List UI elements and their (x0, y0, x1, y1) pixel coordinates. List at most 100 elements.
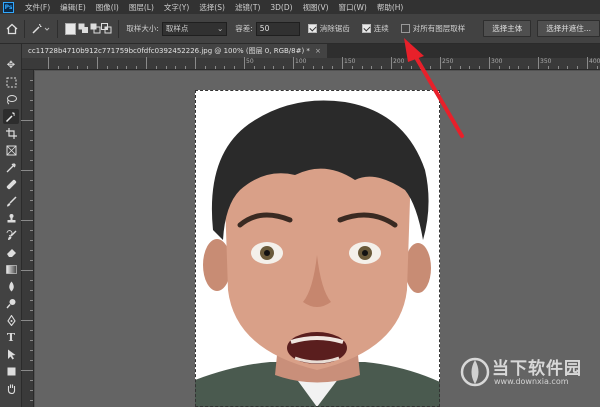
menu-3d[interactable]: 3D(D) (265, 3, 297, 12)
type-tool-icon[interactable]: T (3, 330, 19, 345)
pen-tool-icon[interactable] (3, 313, 19, 328)
ruler-minor-tick (302, 66, 304, 69)
menu-filter[interactable]: 滤镜(T) (230, 2, 265, 13)
ruler-minor-tick (547, 66, 549, 69)
select-subject-button[interactable]: 选择主体 (483, 20, 532, 37)
move-tool-icon[interactable]: ✥ (3, 58, 19, 73)
ruler-number: 200 (393, 58, 405, 65)
ruler-minor-tick (577, 66, 579, 69)
menu-edit[interactable]: 编辑(E) (55, 2, 91, 13)
menu-type[interactable]: 文字(Y) (159, 2, 194, 13)
ruler-minor-tick (312, 66, 314, 69)
eyedropper-tool-icon[interactable] (3, 160, 19, 175)
menu-select[interactable]: 选择(S) (194, 2, 230, 13)
ruler-minor-tick (214, 66, 216, 69)
new-selection-mode-button[interactable] (64, 22, 76, 35)
history-brush-tool-icon[interactable] (3, 228, 19, 243)
close-tab-icon[interactable]: × (315, 47, 321, 55)
sample-size-label: 取样大小: (126, 24, 159, 33)
ruler-number: 150 (344, 58, 356, 65)
sample-all-layers-label: 对所有图层取样 (412, 24, 466, 33)
contiguous-label: 连续 (373, 24, 389, 33)
ruler-minor-tick (459, 66, 461, 69)
hand-tool-icon[interactable] (3, 381, 19, 396)
ruler-minor-tick (361, 66, 363, 69)
blur-tool-icon[interactable] (3, 279, 19, 294)
frame-tool-icon[interactable] (3, 143, 19, 158)
ruler-minor-tick (449, 66, 451, 69)
menu-help[interactable]: 帮助(H) (372, 2, 409, 13)
ruler-tick (30, 250, 33, 251)
menu-file[interactable]: 文件(F) (20, 2, 55, 13)
shape-tool-icon[interactable] (3, 364, 19, 379)
home-icon[interactable] (5, 21, 19, 37)
lasso-tool-icon[interactable] (3, 92, 19, 107)
subtract-from-selection-icon[interactable] (89, 21, 101, 37)
ruler-tick (30, 400, 33, 401)
ruler-tick (30, 300, 33, 301)
ruler-tick (30, 340, 33, 341)
ruler-minor-tick (596, 66, 598, 69)
eraser-tool-icon[interactable] (3, 245, 19, 260)
healing-brush-tool-icon[interactable] (3, 177, 19, 192)
ruler-minor-tick (410, 66, 412, 69)
crop-tool-icon[interactable] (3, 126, 19, 141)
contiguous-checkbox[interactable] (361, 24, 371, 33)
ruler-tick (30, 80, 33, 81)
ruler-tick (30, 100, 33, 101)
sample-size-select[interactable]: 取样点 ⌄ (161, 21, 228, 36)
menu-image[interactable]: 图像(I) (91, 2, 124, 13)
ruler-tick (30, 180, 33, 181)
ruler-number: 350 (540, 58, 552, 65)
ruler-tick (587, 57, 588, 69)
ruler-minor-tick (136, 66, 138, 69)
ruler-tick (21, 170, 33, 171)
gradient-tool-icon[interactable] (3, 262, 19, 277)
ruler-tick (30, 110, 33, 111)
menu-window[interactable]: 窗口(W) (334, 2, 372, 13)
path-selection-tool-icon[interactable] (3, 347, 19, 362)
sample-all-layers-option[interactable]: 对所有图层取样 (400, 23, 466, 34)
menu-layer[interactable]: 图层(L) (124, 2, 159, 13)
ruler-minor-tick (126, 66, 128, 69)
anti-alias-checkbox[interactable] (307, 24, 317, 33)
ruler-minor-tick (106, 66, 108, 69)
ruler-tick (30, 380, 33, 381)
sample-all-layers-checkbox[interactable] (400, 24, 410, 33)
ruler-tick (342, 57, 343, 69)
ruler-minor-tick (498, 66, 500, 69)
magic-wand-tool-icon[interactable] (3, 109, 19, 124)
ruler-tick (21, 120, 33, 121)
document-tab[interactable]: cc11728b4710b912c771759bc0fdfc0392452226… (22, 44, 327, 58)
watermark: 当下软件园 www.downxia.com (460, 352, 595, 397)
ruler-minor-tick (87, 66, 89, 69)
ruler-minor-tick (469, 66, 471, 69)
menu-view[interactable]: 视图(V) (298, 2, 334, 13)
intersect-selection-icon[interactable] (101, 21, 113, 37)
brush-tool-icon[interactable] (3, 194, 19, 209)
photoshop-logo-icon[interactable]: Ps (3, 1, 14, 13)
ruler-minor-tick (381, 66, 383, 69)
add-to-selection-icon[interactable] (78, 21, 90, 37)
document-canvas[interactable] (195, 90, 440, 407)
ruler-minor-tick (155, 66, 157, 69)
magic-wand-preset-icon[interactable] (30, 21, 52, 37)
anti-alias-option[interactable]: 消除锯齿 (307, 23, 350, 34)
dodge-tool-icon[interactable] (3, 296, 19, 311)
marquee-tool-icon[interactable] (3, 75, 19, 90)
tolerance-input[interactable] (255, 21, 300, 36)
ruler-minor-tick (263, 66, 265, 69)
watermark-logo-icon (460, 357, 490, 387)
ruler-minor-tick (400, 66, 402, 69)
watermark-text: 当下软件园 (492, 359, 582, 379)
ruler-tick (30, 130, 33, 131)
ruler-minor-tick (204, 66, 206, 69)
ruler-minor-tick (430, 66, 432, 69)
ruler-tick (244, 57, 245, 69)
separator (24, 19, 26, 38)
ruler-minor-tick (175, 66, 177, 69)
ruler-minor-tick (332, 66, 334, 69)
select-and-mask-button[interactable]: 选择并遮住... (537, 20, 600, 37)
clone-stamp-tool-icon[interactable] (3, 211, 19, 226)
contiguous-option[interactable]: 连续 (361, 23, 389, 34)
